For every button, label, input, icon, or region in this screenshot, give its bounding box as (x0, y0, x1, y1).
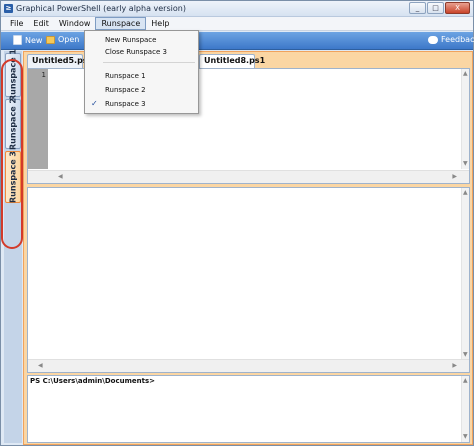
powershell-icon: ≥ (4, 4, 13, 13)
doc-tab-untitled8[interactable]: Untitled8.ps1 (199, 54, 265, 68)
close-button[interactable]: X (445, 2, 470, 14)
scroll-left-icon[interactable]: ◀ (58, 174, 63, 180)
console-prompt: PS C:\Users\admin\Documents> (30, 377, 155, 385)
menu-edit[interactable]: Edit (28, 17, 54, 30)
output-vertical-scrollbar[interactable]: ▲ ▼ (461, 188, 469, 360)
menu-separator (103, 62, 195, 63)
menu-bar: File Edit Window Runspace Help (1, 17, 473, 31)
minimize-button[interactable]: _ (409, 2, 426, 14)
scroll-up-icon[interactable]: ▲ (463, 378, 468, 384)
menu-runspace-1[interactable]: Runspace 1 (85, 70, 198, 82)
line-number: 1 (41, 71, 46, 79)
maximize-button[interactable]: □ (427, 2, 444, 14)
scroll-right-icon[interactable]: ▶ (452, 174, 457, 180)
scroll-down-icon[interactable]: ▼ (463, 352, 468, 358)
feedback-button[interactable]: Feedback (428, 35, 474, 44)
editor-vertical-scrollbar[interactable]: ▲ ▼ (461, 69, 469, 169)
menu-runspace-2[interactable]: Runspace 2 (85, 84, 198, 96)
scroll-down-icon[interactable]: ▼ (463, 161, 468, 167)
feedback-label: Feedback (441, 35, 474, 44)
scroll-left-icon[interactable]: ◀ (38, 363, 43, 369)
new-document-icon (13, 35, 22, 45)
window-controls: _ □ X (409, 2, 470, 14)
new-label: New (25, 35, 43, 45)
scroll-right-icon[interactable]: ▶ (452, 363, 457, 369)
console-vertical-scrollbar[interactable]: ▲ ▼ (461, 376, 469, 442)
open-label: Open (58, 35, 80, 44)
title-bar[interactable]: ≥ Graphical PowerShell (early alpha vers… (1, 1, 473, 17)
menu-runspace-3[interactable]: ✓ Runspace 3 (85, 98, 198, 110)
scroll-down-icon[interactable]: ▼ (463, 434, 468, 440)
output-pane[interactable]: ▲ ▼ ◀ ▶ (27, 187, 470, 373)
speech-bubble-icon (428, 35, 438, 44)
runspace-menu-dropdown: New Runspace Close Runspace 3 Runspace 1… (84, 30, 199, 114)
window-title: Graphical PowerShell (early alpha versio… (16, 4, 186, 13)
doc-tab-untitled5[interactable]: Untitled5.ps1 (27, 54, 93, 68)
open-button[interactable]: Open (46, 35, 79, 44)
folder-icon (46, 35, 55, 44)
new-button[interactable]: New (13, 35, 42, 45)
menu-close-runspace[interactable]: Close Runspace 3 (85, 46, 198, 58)
line-number-gutter: 1 (28, 69, 48, 169)
checkmark-icon: ✓ (91, 99, 98, 108)
scroll-up-icon[interactable]: ▲ (463, 71, 468, 77)
menu-file[interactable]: File (5, 17, 28, 30)
main-window: ≥ Graphical PowerShell (early alpha vers… (0, 0, 474, 446)
scroll-up-icon[interactable]: ▲ (463, 190, 468, 196)
menu-window[interactable]: Window (54, 17, 96, 30)
menu-help[interactable]: Help (146, 17, 174, 30)
highlight-annotation (1, 59, 23, 249)
menu-new-runspace[interactable]: New Runspace (85, 34, 198, 46)
menu-runspace-3-label: Runspace 3 (105, 100, 146, 108)
command-console[interactable]: PS C:\Users\admin\Documents> ▲ ▼ (27, 375, 470, 443)
menu-runspace[interactable]: Runspace (95, 17, 147, 30)
output-horizontal-scrollbar[interactable]: ◀ ▶ (28, 359, 469, 372)
toolbar: New Open Feedback (1, 32, 474, 50)
editor-horizontal-scrollbar[interactable]: ◀ ▶ (28, 170, 469, 183)
